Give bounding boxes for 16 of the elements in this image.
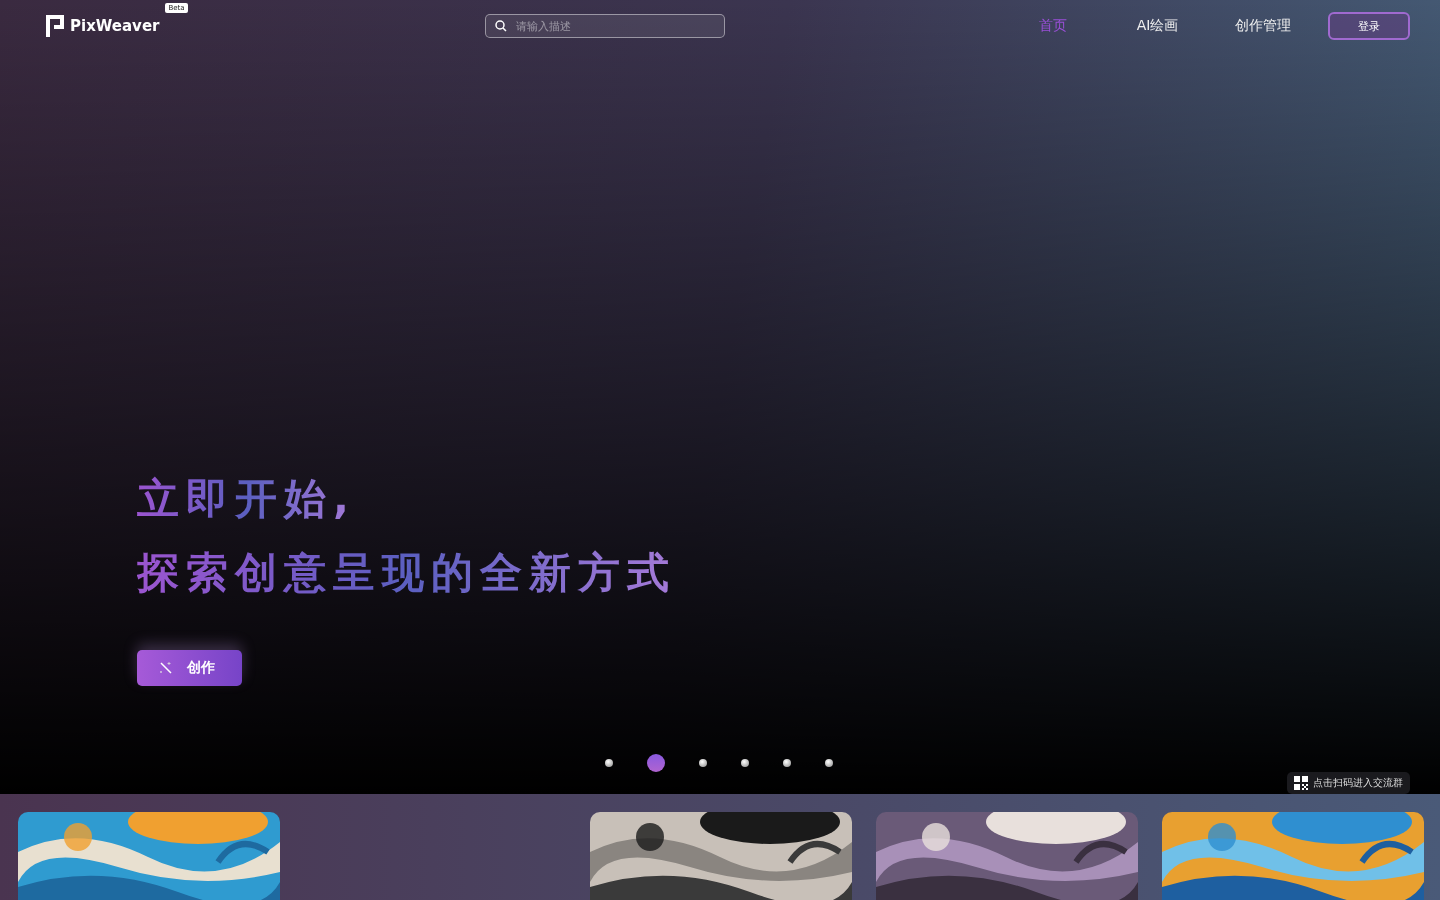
carousel-dot[interactable] xyxy=(783,759,791,767)
carousel-dot[interactable] xyxy=(741,759,749,767)
logo-icon xyxy=(46,15,64,37)
carousel-dot[interactable] xyxy=(825,759,833,767)
search-icon xyxy=(495,20,507,32)
login-button[interactable]: 登录 xyxy=(1328,12,1410,40)
carousel-dot[interactable] xyxy=(699,759,707,767)
magic-wand-icon xyxy=(159,661,173,675)
carousel-dot[interactable] xyxy=(647,754,665,772)
qr-code-icon xyxy=(1294,776,1308,790)
create-button[interactable]: 创作 xyxy=(137,650,242,686)
nav-link[interactable]: AI绘画 xyxy=(1105,17,1210,35)
logo-text: PixWeaver xyxy=(70,17,160,35)
community-button[interactable]: 点击扫码进入交流群 xyxy=(1287,772,1410,794)
carousel-dot[interactable] xyxy=(605,759,613,767)
nav-link[interactable]: 创作管理 xyxy=(1210,17,1315,35)
